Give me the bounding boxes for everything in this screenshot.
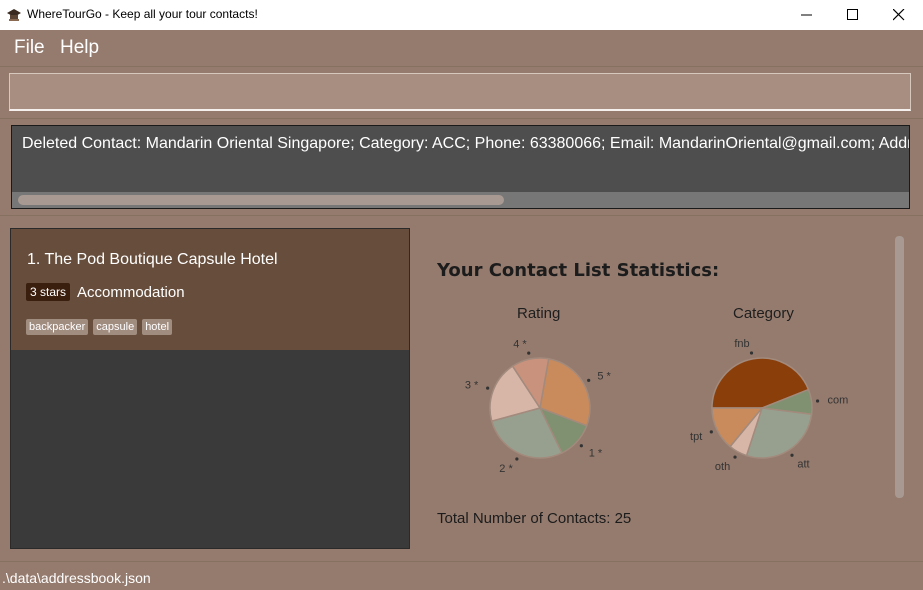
close-button[interactable] [876, 0, 922, 30]
contact-list-panel: 1. The Pod Boutique Capsule Hotel 3 star… [10, 228, 410, 549]
pie-label-marker [587, 378, 591, 382]
pie-label: fnb [734, 338, 749, 350]
total-contacts: Total Number of Contacts: 25 [437, 510, 632, 527]
pie-label: com [827, 395, 848, 407]
window-titlebar: WhereTourGo - Keep all your tour contact… [0, 0, 923, 30]
pie-label: 3 * [465, 380, 479, 392]
minimize-button[interactable] [784, 0, 830, 30]
pie-label-marker [527, 351, 531, 355]
result-text: Deleted Contact: Mandarin Oriental Singa… [22, 135, 910, 152]
rating-chart-title: Rating [517, 305, 561, 322]
maximize-icon [847, 9, 858, 20]
contact-card[interactable]: 1. The Pod Boutique Capsule Hotel 3 star… [11, 229, 409, 350]
pie-label-marker [515, 457, 519, 461]
close-icon [893, 9, 905, 21]
pie-label: oth [715, 461, 730, 473]
pie-label-marker [486, 386, 490, 390]
statistics-title: Your Contact List Statistics: [437, 260, 720, 281]
pie-label: att [797, 459, 809, 471]
result-scrollbar-thumb[interactable] [18, 195, 504, 205]
pie-label: 4 * [513, 338, 527, 350]
maximize-button[interactable] [830, 0, 876, 30]
save-location: .\data\addressbook.json [2, 570, 151, 586]
category-pie-chart: fnb com att oth tpt [690, 338, 848, 473]
tag: capsule [93, 319, 138, 335]
pie-label: tpt [690, 431, 702, 443]
pie-label-marker [579, 444, 583, 448]
pie-label-marker [815, 399, 820, 403]
pie-label-marker [749, 351, 754, 355]
result-display[interactable]: Deleted Contact: Mandarin Oriental Singa… [11, 125, 910, 209]
status-bar: .\data\addressbook.json [0, 561, 923, 590]
command-input[interactable] [9, 73, 911, 111]
tag-list: backpacker capsule hotel [26, 315, 177, 335]
rating-pie-chart: 5 * 1 * 2 * 3 * 4 * [465, 338, 612, 475]
category-chart-title: Category [733, 305, 794, 322]
pie-label-marker [733, 455, 737, 459]
result-display-area: Deleted Contact: Mandarin Oriental Singa… [0, 118, 923, 216]
contact-category: Accommodation [77, 284, 185, 301]
contact-name: 1. The Pod Boutique Capsule Hotel [27, 251, 278, 268]
pie-label-marker [790, 453, 794, 457]
window-title: WhereTourGo - Keep all your tour contact… [27, 7, 258, 21]
statistics-scrollbar[interactable] [895, 236, 904, 498]
tag: backpacker [26, 319, 89, 335]
minimize-icon [801, 14, 812, 16]
command-box-area [0, 66, 923, 118]
menu-file[interactable]: File [14, 37, 45, 59]
pie-label: 5 * [597, 370, 611, 382]
pie-label: 1 * [589, 448, 603, 460]
menu-bar: File Help [0, 30, 923, 66]
graduation-cap-icon [7, 9, 21, 21]
pie-label: 2 * [499, 463, 513, 475]
statistics-panel: Your Contact List Statistics: Rating Cat… [410, 228, 912, 549]
pie-label-marker [709, 430, 713, 434]
rating-badge: 3 stars [26, 283, 71, 301]
tag: hotel [142, 319, 173, 335]
menu-help[interactable]: Help [60, 37, 99, 59]
result-horizontal-scrollbar[interactable] [12, 192, 909, 208]
